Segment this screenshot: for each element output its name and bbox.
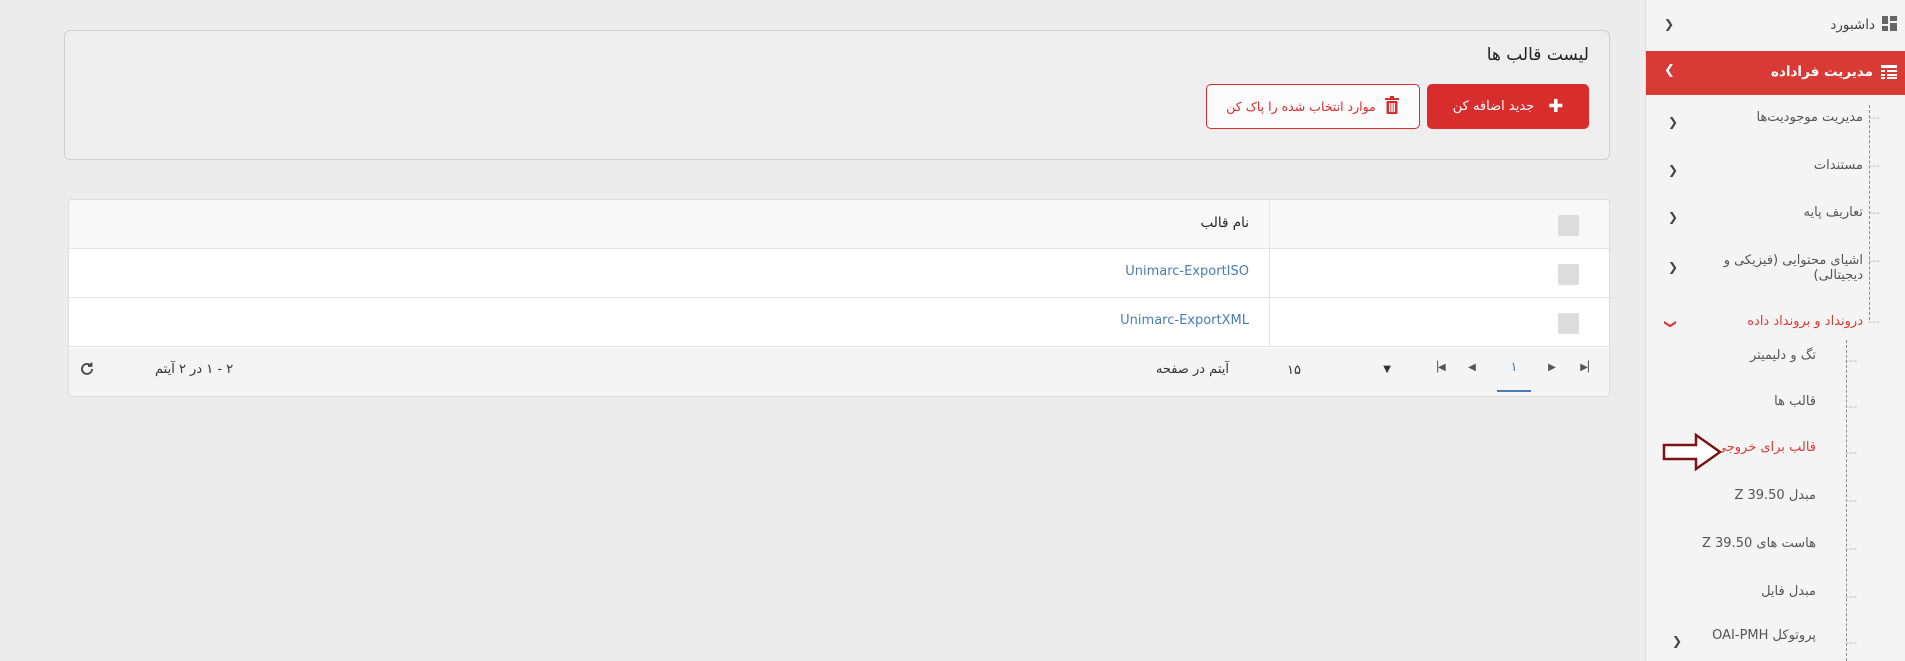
delete-selected-button[interactable]: موارد انتخاب شده را پاک کن <box>1206 84 1420 129</box>
sidebar-subitem-z3950-hosts[interactable]: --- هاست های Z 39.50 <box>1646 534 1905 564</box>
row-checkbox[interactable] <box>1558 313 1579 334</box>
sidebar-item-label: داشبورد <box>1830 17 1875 33</box>
sidebar-item-entities[interactable]: مدیریت موجودیت‌ها --- ❮ <box>1646 107 1905 137</box>
add-new-label: جدید اضافه کن <box>1452 99 1535 114</box>
sidebar: داشبورد ❮ مدیریت فراداده ❯ مدیریت موجودی… <box>1645 0 1905 661</box>
sidebar-item-label: اشیای محتوایی (فیزیکی و دیجیتالی) <box>1723 253 1863 283</box>
chevron-left-icon: ❮ <box>1668 210 1679 224</box>
table-icon <box>1881 65 1897 83</box>
sidebar-item-metadata-management[interactable]: مدیریت فراداده ❯ <box>1646 51 1905 95</box>
sidebar-subitem-file-converter[interactable]: --- مبدل فایل <box>1646 582 1905 612</box>
next-page-icon[interactable]: ◀ <box>1463 362 1481 373</box>
sidebar-item-label: قالب ها <box>1774 394 1816 409</box>
sidebar-item-label: هاست های Z 39.50 <box>1702 536 1816 551</box>
chevron-left-icon: ❮ <box>1668 115 1679 129</box>
sidebar-subitem-tag-delimiter[interactable]: --- تگ و دلیمیتر <box>1646 346 1905 376</box>
sidebar-item-label: مبدل Z 39.50 <box>1734 488 1816 503</box>
main-content: لیست قالب ها ✚ جدید اضافه کن موارد انتخا… <box>0 0 1640 661</box>
pointer-arrow-icon <box>1662 432 1723 476</box>
sidebar-subitem-templates[interactable]: --- قالب ها <box>1646 392 1905 422</box>
sidebar-item-documents[interactable]: مستندات --- ❮ <box>1646 155 1905 185</box>
sidebar-item-label: مستندات <box>1813 158 1863 173</box>
sidebar-subitem-export-templates[interactable]: --- قالب برای خروجی <box>1646 432 1905 472</box>
table-row: Unimarc-ExportISO <box>69 249 1609 298</box>
sidebar-item-dashboard[interactable]: داشبورد ❮ <box>1646 10 1905 42</box>
chevron-left-icon: ❮ <box>1664 17 1675 31</box>
delete-selected-label: موارد انتخاب شده را پاک کن <box>1226 99 1376 114</box>
items-per-page-label: آیتم در صفحه <box>1155 362 1229 377</box>
first-page-icon[interactable]: ▶▏ <box>1579 362 1597 373</box>
trash-icon <box>1384 96 1400 117</box>
pager: ▶▏ ▶ ۱ ◀ ▕◀ ▼ ۱۵ آیتم در صفحه ۲ - ۱ در ۲… <box>69 348 1609 396</box>
sidebar-item-label: تعاریف پایه <box>1803 205 1863 220</box>
select-all-checkbox[interactable] <box>1558 215 1579 236</box>
sidebar-item-label: پروتوکل OAI-PMH <box>1712 628 1816 643</box>
add-new-button[interactable]: ✚ جدید اضافه کن <box>1427 84 1589 129</box>
templates-card: لیست قالب ها ✚ جدید اضافه کن موارد انتخا… <box>64 30 1610 160</box>
grid-header: نام قالب <box>69 200 1609 249</box>
sidebar-item-label: مدیریت فراداده <box>1770 64 1873 80</box>
page-number-current[interactable]: ۱ <box>1497 348 1531 392</box>
column-header-template-name[interactable]: نام قالب <box>1201 215 1249 231</box>
sidebar-subitem-oai-pmh[interactable]: --- پروتوکل OAI-PMH ❮ <box>1646 628 1905 658</box>
row-checkbox[interactable] <box>1558 264 1579 285</box>
templates-grid: نام قالب Unimarc-ExportISO Unimarc-Expor… <box>68 199 1610 397</box>
sidebar-item-content-objects[interactable]: اشیای محتوایی (فیزیکی و دیجیتالی) --- ❮ <box>1646 250 1905 290</box>
refresh-icon[interactable] <box>79 361 95 381</box>
sidebar-item-label: درونداد و برونداد داده <box>1747 314 1863 329</box>
page-title: لیست قالب ها <box>1486 45 1589 65</box>
sidebar-item-label: تگ و دلیمیتر <box>1749 348 1816 363</box>
last-page-icon[interactable]: ▕◀ <box>1429 362 1447 373</box>
sidebar-subitem-z3950-converter[interactable]: --- مبدل Z 39.50 <box>1646 486 1905 516</box>
sidebar-item-base-definitions[interactable]: تعاریف پایه --- ❮ <box>1646 202 1905 232</box>
chevron-left-icon: ❮ <box>1668 163 1679 177</box>
sidebar-item-label: قالب برای خروجی <box>1715 440 1816 455</box>
sidebar-item-io[interactable]: درونداد و برونداد داده --- ❮ <box>1646 311 1905 341</box>
dashboard-icon <box>1882 16 1897 35</box>
sidebar-item-label: مبدل فایل <box>1761 584 1816 599</box>
chevron-left-icon: ❮ <box>1672 634 1683 648</box>
chevron-left-icon: ❮ <box>1668 260 1679 274</box>
pager-info: ۲ - ۱ در ۲ آیتم <box>155 362 234 377</box>
prev-page-icon[interactable]: ▶ <box>1543 362 1561 373</box>
template-link[interactable]: Unimarc-ExportISO <box>1125 264 1249 279</box>
sidebar-item-label: مدیریت موجودیت‌ها <box>1756 110 1863 125</box>
chevron-down-icon: ❯ <box>1664 63 1675 78</box>
plus-icon: ✚ <box>1548 96 1564 117</box>
page-size-value[interactable]: ۱۵ <box>1287 363 1301 378</box>
table-row: Unimarc-ExportXML <box>69 298 1609 347</box>
template-link[interactable]: Unimarc-ExportXML <box>1120 313 1249 328</box>
chevron-down-icon: ❮ <box>1664 318 1679 330</box>
page-size-dropdown-icon[interactable]: ▼ <box>1383 364 1391 375</box>
